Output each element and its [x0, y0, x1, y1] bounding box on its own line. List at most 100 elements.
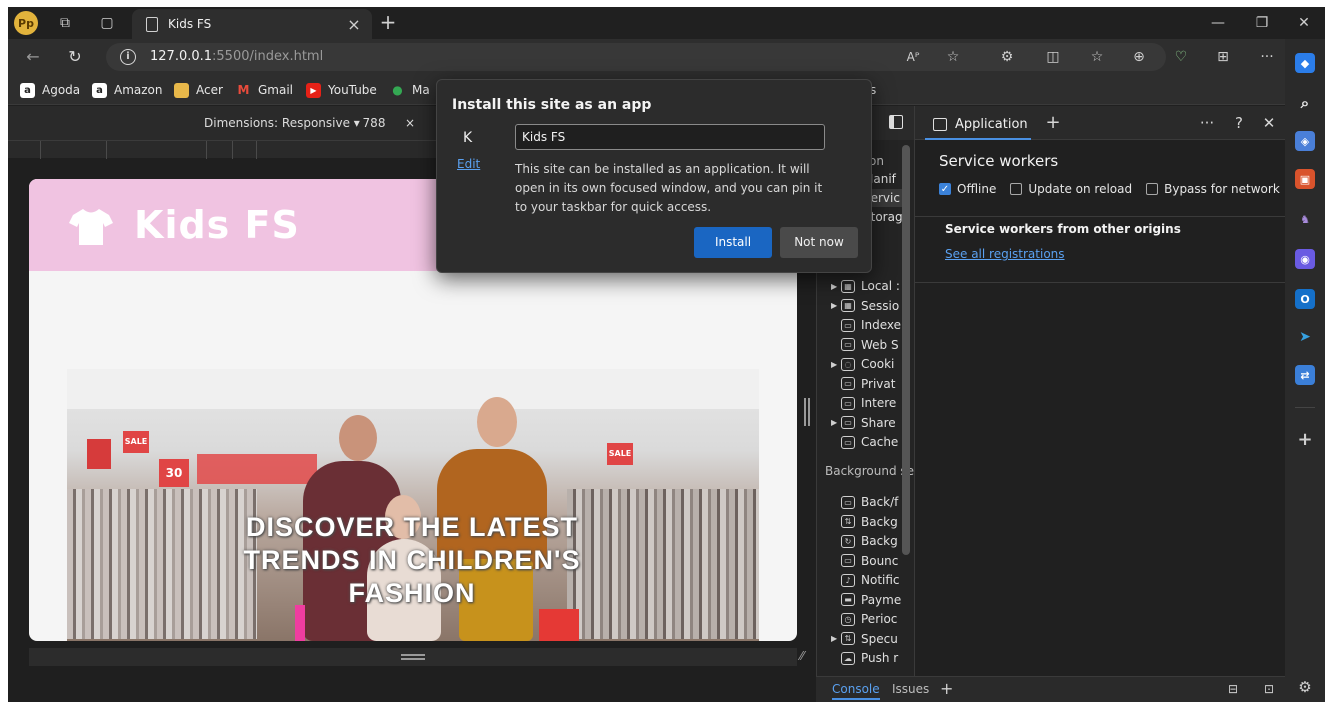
bookmark-acer[interactable]: Acer [174, 81, 223, 99]
other-origins-heading: Service workers from other origins [945, 222, 1181, 236]
tree-scrollbar[interactable] [902, 145, 910, 555]
storage-item[interactable]: ▶ ▦ Local : [831, 277, 900, 295]
dimensions-dropdown[interactable]: Dimensions: Responsive ▾ [204, 116, 360, 130]
background-service-item[interactable]: ↻ Backg [831, 532, 898, 550]
minimize-icon[interactable]: — [1198, 13, 1238, 33]
add-sidebar-app-icon[interactable]: + [1295, 429, 1315, 450]
update-on-reload-checkbox[interactable] [1010, 183, 1023, 195]
expand-arrow-icon[interactable]: ▶ [831, 301, 841, 310]
shopping-icon[interactable]: ◈ [1295, 131, 1315, 151]
site-info-icon[interactable]: i [120, 49, 136, 65]
background-service-item[interactable]: ♪ Notific [831, 571, 900, 589]
restore-icon[interactable]: ❐ [1242, 13, 1282, 33]
tab-issues[interactable]: Issues [892, 682, 929, 696]
close-devtools-icon[interactable]: ✕ [1259, 113, 1279, 133]
back-icon[interactable]: ← [22, 47, 44, 67]
collections-icon[interactable]: ⊕ [1128, 47, 1150, 67]
storage-item[interactable]: ▭ Cache [831, 433, 898, 451]
corner-resize-handle[interactable]: ⁄⁄ [800, 649, 804, 663]
translator-icon[interactable]: ⇄ [1295, 365, 1315, 385]
help-icon[interactable]: ? [1229, 113, 1249, 133]
storage-item[interactable]: ▶ ▦ Sessio [831, 297, 899, 315]
width-input[interactable]: 788 [354, 112, 394, 134]
see-all-registrations-link[interactable]: See all registrations [945, 247, 1065, 261]
new-tab-button[interactable]: + [376, 11, 400, 35]
tab-application[interactable]: Application [925, 110, 1031, 140]
app-name-input[interactable] [515, 124, 825, 150]
bookmark-maps[interactable]: ● Ma [390, 81, 429, 99]
sync-arrows-icon: ⇅ [841, 632, 855, 645]
extensions-icon[interactable]: ⚙ [996, 47, 1018, 67]
storage-item[interactable]: ▭ Privat [831, 375, 895, 393]
bypass-network-checkbox[interactable] [1146, 183, 1159, 195]
add-drawer-tab-icon[interactable]: + [940, 679, 953, 698]
search-icon[interactable]: ⌕ [1295, 93, 1315, 113]
background-service-item[interactable]: ☁ Push r [831, 649, 898, 667]
storage-item[interactable]: ▭ Intere [831, 394, 896, 412]
background-service-item[interactable]: ▭ Back/f [831, 493, 898, 511]
storage-label: Privat [861, 376, 896, 391]
expand-arrow-icon[interactable]: ▶ [831, 634, 841, 643]
side-resize-handle[interactable] [804, 398, 810, 426]
background-service-item[interactable]: ▭ Bounc [831, 552, 898, 570]
bookmark-youtube[interactable]: ▶ YouTube [306, 81, 377, 99]
offline-checkbox[interactable]: ✓ [939, 183, 951, 195]
more-menu-icon[interactable]: ··· [1256, 47, 1278, 67]
favorite-star-icon[interactable]: ☆ [942, 47, 964, 67]
tab-kids-fs[interactable]: Kids FS × [132, 9, 372, 39]
devtools-more-icon[interactable]: ··· [1197, 113, 1217, 133]
not-now-button[interactable]: Not now [780, 227, 858, 258]
expand-arrow-icon[interactable]: ▶ [831, 282, 841, 291]
profile-avatar[interactable]: Pp [14, 11, 38, 35]
background-service-item[interactable]: ▶ ⇅ Specu [831, 630, 898, 648]
close-window-icon[interactable]: ✕ [1284, 13, 1324, 33]
expand-arrow-icon[interactable]: ▶ [831, 418, 841, 427]
screencast-icon[interactable]: ⊡ [1264, 682, 1274, 696]
workspaces-icon[interactable]: ⧉ [56, 14, 74, 32]
maps-icon: ● [392, 83, 403, 97]
sidebar-settings-gear-icon[interactable]: ⚙ [1295, 677, 1315, 697]
outlook-icon[interactable]: O [1295, 289, 1315, 309]
games-icon[interactable]: ♞ [1295, 209, 1315, 229]
favorites-icon[interactable]: ☆ [1086, 47, 1108, 67]
background-service-item[interactable]: ◷ Perioc [831, 610, 897, 628]
tools-icon[interactable]: ▣ [1295, 169, 1315, 189]
bookmark-amazon[interactable]: a Amazon [92, 81, 163, 99]
storage-label: Cache [861, 435, 899, 449]
edit-icon-link[interactable]: Edit [457, 157, 480, 171]
url-text[interactable]: 127.0.0.1:5500/index.html [150, 49, 323, 64]
background-service-item[interactable]: ⇅ Backg [831, 513, 898, 531]
expand-arrow-icon[interactable]: ▶ [831, 360, 841, 369]
copilot-icon[interactable]: ◆ [1295, 53, 1315, 73]
microsoft-365-icon[interactable]: ◉ [1295, 249, 1315, 269]
folder-icon [174, 82, 189, 98]
bookmark-gmail[interactable]: M Gmail [236, 81, 294, 99]
background-service-label: Bounc [861, 553, 899, 568]
sale-number-sign: 30 [159, 459, 189, 487]
read-aloud-icon[interactable]: Aᴾ [902, 47, 924, 67]
devtools-main-panel: Application + ··· ? ✕ Service workers ✓ … [914, 106, 1286, 676]
bookmark-agoda[interactable]: a Agoda [20, 81, 80, 99]
tab-actions-icon[interactable]: ▢ [98, 14, 116, 32]
bottom-resize-handle[interactable] [29, 648, 797, 666]
dock-icon[interactable]: ⊟ [1228, 682, 1238, 696]
install-button[interactable]: Install [694, 227, 772, 258]
browser-essentials-icon[interactable]: ♡ [1170, 47, 1192, 67]
close-tab-icon[interactable]: × [342, 15, 366, 34]
storage-item[interactable]: ▶ ◌ Cooki [831, 355, 894, 373]
card-icon: ▬ [841, 593, 855, 606]
site-logo[interactable]: Kids FS [134, 203, 300, 247]
telegram-icon[interactable]: ➤ [1295, 327, 1315, 347]
tab-console[interactable]: Console [832, 682, 880, 700]
storage-label: Intere [861, 396, 897, 410]
storage-label: Cooki [861, 357, 895, 371]
background-service-item[interactable]: ▬ Payme [831, 591, 901, 609]
dock-side-icon[interactable] [889, 115, 903, 129]
storage-item[interactable]: ▭ Indexe [831, 316, 901, 334]
refresh-icon[interactable]: ↻ [64, 47, 86, 67]
storage-item[interactable]: ▭ Web S [831, 336, 899, 354]
apps-icon[interactable]: ⊞ [1212, 47, 1234, 67]
add-tool-icon[interactable]: + [1043, 113, 1063, 133]
split-screen-icon[interactable]: ◫ [1042, 47, 1064, 67]
storage-item[interactable]: ▶ ▭ Share [831, 414, 896, 432]
